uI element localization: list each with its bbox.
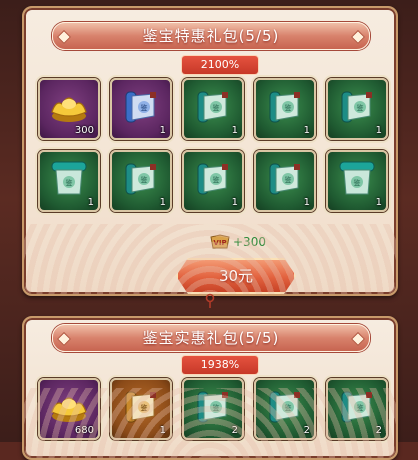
reward-slot[interactable]: 鉴1 [254, 150, 316, 212]
svg-text:鉴: 鉴 [285, 403, 292, 412]
discount-badge: 1938% [182, 356, 258, 374]
discount-badge: 2100% [182, 56, 258, 74]
svg-text:鉴: 鉴 [285, 175, 292, 184]
item-count: 300 [74, 125, 94, 136]
gold-scroll-icon: 鉴 [120, 386, 162, 428]
jade-scroll-icon: 鉴 [192, 86, 234, 128]
item-count: 2 [231, 425, 238, 436]
jade-scroll-icon: 鉴 [120, 158, 162, 200]
buy-button[interactable]: 30元 [176, 258, 296, 294]
jade-scroll-icon: 鉴 [264, 86, 306, 128]
vip-icon: VIP [210, 234, 230, 249]
jade-scroll-icon: 鉴 [336, 86, 378, 128]
gold-ingot-icon [48, 386, 90, 428]
item-count: 1 [231, 197, 238, 208]
vip-points: +300 [233, 235, 266, 249]
link-ornament-icon [205, 293, 215, 308]
svg-text:鉴: 鉴 [213, 175, 220, 184]
teal-scroll-icon: 鉴 [336, 158, 378, 200]
item-count: 2 [375, 425, 382, 436]
svg-text:鉴: 鉴 [213, 403, 220, 412]
reward-slot[interactable]: 鉴1 [110, 378, 172, 440]
reward-slot[interactable]: 鉴1 [326, 150, 388, 212]
pack-title: 鉴宝特惠礼包(5/5) [52, 22, 370, 50]
item-count: 1 [303, 197, 310, 208]
blue-scroll-icon: 鉴 [120, 86, 162, 128]
pack-title: 鉴宝实惠礼包(5/5) [52, 324, 370, 352]
jade-scroll-icon: 鉴 [336, 386, 378, 428]
jade-scroll-icon: 鉴 [192, 158, 234, 200]
reward-slot[interactable]: 鉴1 [110, 150, 172, 212]
reward-slot[interactable]: 鉴2 [326, 378, 388, 440]
jade-scroll-icon: 鉴 [264, 386, 306, 428]
item-count: 1 [375, 197, 382, 208]
reward-slot[interactable]: 鉴1 [38, 150, 100, 212]
item-count: 1 [159, 197, 166, 208]
jade-scroll-icon: 鉴 [264, 158, 306, 200]
svg-text:鉴: 鉴 [141, 175, 148, 184]
item-count: 1 [159, 425, 166, 436]
jade-scroll-icon: 鉴 [192, 386, 234, 428]
reward-slot[interactable]: 鉴1 [254, 78, 316, 140]
svg-text:鉴: 鉴 [66, 178, 73, 187]
svg-text:鉴: 鉴 [357, 403, 364, 412]
svg-text:鉴: 鉴 [213, 103, 220, 112]
reward-slot[interactable]: 鉴1 [110, 78, 172, 140]
item-count: 1 [375, 125, 382, 136]
reward-slot[interactable]: 680 [38, 378, 100, 440]
svg-text:鉴: 鉴 [357, 103, 364, 112]
teal-scroll-icon: 鉴 [48, 158, 90, 200]
gift-pack-card-1: 鉴宝特惠礼包(5/5) 2100% 300 鉴 1 鉴 1 鉴 1 鉴 1 鉴 1 鉴 1 鉴 1 鉴 1 鉴 1 … [22, 6, 398, 296]
svg-text:鉴: 鉴 [141, 403, 148, 412]
item-count: 1 [159, 125, 166, 136]
svg-text:鉴: 鉴 [141, 103, 148, 112]
reward-slot[interactable]: 鉴1 [182, 150, 244, 212]
reward-slot[interactable]: 鉴1 [182, 78, 244, 140]
svg-text:VIP: VIP [213, 239, 226, 247]
reward-slot[interactable]: 300 [38, 78, 100, 140]
item-count: 1 [303, 125, 310, 136]
item-count: 2 [303, 425, 310, 436]
gold-ingot-icon [48, 86, 90, 128]
item-count: 1 [231, 125, 238, 136]
reward-slot[interactable]: 鉴2 [182, 378, 244, 440]
item-count: 1 [87, 197, 94, 208]
svg-text:鉴: 鉴 [354, 178, 361, 187]
item-count: 680 [74, 425, 94, 436]
svg-text:鉴: 鉴 [285, 103, 292, 112]
reward-slot[interactable]: 鉴1 [326, 78, 388, 140]
gift-pack-card-2: 鉴宝实惠礼包(5/5) 1938% 680 鉴 1 鉴 2 鉴 2 鉴 2 [22, 316, 398, 460]
reward-slot[interactable]: 鉴2 [254, 378, 316, 440]
